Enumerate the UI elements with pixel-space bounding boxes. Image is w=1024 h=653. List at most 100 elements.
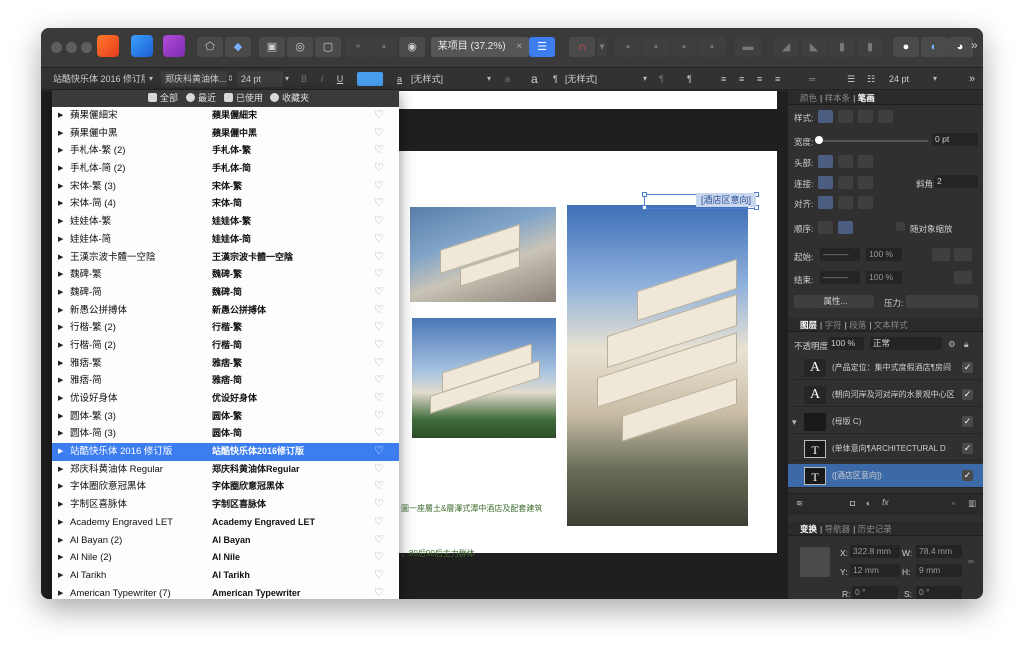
width-slider-track[interactable] <box>818 140 928 142</box>
boolean-intersect-icon[interactable]: ◕ <box>947 37 973 57</box>
font-list-item[interactable]: ▶ 魏碑-繁 魏碑-繁 ♡ <box>52 266 399 284</box>
close-window-button[interactable] <box>51 42 62 53</box>
char-style-apply-button[interactable]: a <box>531 71 545 87</box>
tab-swatches[interactable]: 样本条 <box>825 93 851 103</box>
align-right-icon[interactable]: ≡ <box>757 71 769 87</box>
justify-icon[interactable]: ≡ <box>775 71 787 87</box>
layer-visibility-checkbox[interactable]: ✓ <box>962 443 973 454</box>
disclosure-triangle-icon[interactable]: ▶ <box>58 213 63 231</box>
font-list-item[interactable]: ▶ 字制区喜脉体 字制区喜脉体 ♡ <box>52 496 399 514</box>
layer-row[interactable]: T (单体意向¶ARCHITECTURAL D ✓ <box>788 437 983 461</box>
disclosure-triangle-icon[interactable]: ▶ <box>58 125 63 143</box>
bullet-list-icon[interactable]: ☰ <box>847 71 859 87</box>
snapping-magnet-icon[interactable]: ∩ <box>569 37 595 57</box>
tab-stroke[interactable]: 笔画 <box>858 93 875 103</box>
character-style-dropdown-icon[interactable]: ▾ <box>487 71 491 87</box>
font-list-item[interactable]: ▶ 字体圈欣意冠黑体 字体圈欣意冠黑体 ♡ <box>52 478 399 496</box>
font-list-item[interactable]: ▶ 蘋果儷中黑 蘋果儷中黑 ♡ <box>52 125 399 143</box>
font-list-item[interactable]: ▶ Al Bayan (2) Al Bayan ♡ <box>52 532 399 550</box>
favorite-heart-icon[interactable]: ♡ <box>374 443 384 461</box>
line-spacing-field[interactable]: 24 pt <box>889 71 925 87</box>
disclosure-triangle-icon[interactable]: ▶ <box>58 160 63 178</box>
resize-handle[interactable] <box>642 192 647 197</box>
tab-recent[interactable]: 最近 <box>186 92 216 105</box>
designer-persona-icon[interactable] <box>131 35 153 57</box>
disclosure-triangle-icon[interactable]: ▶ <box>58 355 63 373</box>
x-field[interactable]: 322.8 mm <box>850 545 900 558</box>
favorite-heart-icon[interactable]: ♡ <box>374 549 384 567</box>
favorite-heart-icon[interactable]: ♡ <box>374 585 384 599</box>
assets-icon[interactable]: ◆ <box>225 37 251 57</box>
character-style-field[interactable]: [无样式] <box>411 71 491 87</box>
frame-icon[interactable]: ▢ <box>315 37 341 57</box>
miter-field[interactable]: 2 <box>934 175 978 188</box>
italic-button[interactable]: I <box>315 71 329 87</box>
font-style-stepper-icon[interactable]: ⇕ <box>227 71 234 87</box>
disclosure-triangle-icon[interactable]: ▶ <box>58 549 63 567</box>
body-text-line[interactable]: ，80后90后主力群体 <box>401 548 475 559</box>
y-field[interactable]: 12 mm <box>850 564 900 577</box>
mask-icon[interactable]: ◘ <box>850 498 855 508</box>
round-cap-icon[interactable] <box>838 155 853 168</box>
distribute-icon[interactable]: ▪ <box>643 37 669 57</box>
favorite-heart-icon[interactable]: ♡ <box>374 408 384 426</box>
lock-icon[interactable]: 🔒︎ <box>964 339 969 350</box>
show-invisibles-button[interactable]: ¶ <box>687 71 697 87</box>
font-list-item[interactable]: ▶ Al Tarikh Al Tarikh ♡ <box>52 567 399 585</box>
font-list-item[interactable]: ▶ 宋体-简 (4) 宋体-简 ♡ <box>52 195 399 213</box>
favorite-heart-icon[interactable]: ♡ <box>374 496 384 514</box>
font-style-field[interactable]: 郑庆科黄油体... <box>161 71 227 87</box>
arrange-forward-icon[interactable]: ▪ <box>671 37 697 57</box>
rotation-field[interactable]: 0 ° <box>852 586 898 599</box>
layer-row[interactable]: ▾ (母版 C) ✓ <box>788 410 983 434</box>
tab-transform[interactable]: 变换 <box>800 524 817 534</box>
tab-navigator[interactable]: 导航器 <box>825 524 851 534</box>
tab-all[interactable]: 全部 <box>148 92 178 105</box>
arrow-align-icon[interactable] <box>954 248 972 261</box>
font-list-item[interactable]: ▶ 娃娃体-简 娃娃体-简 ♡ <box>52 231 399 249</box>
pin-icon[interactable]: ⁍ <box>345 37 371 57</box>
view-mode-icon[interactable]: ◉ <box>399 37 425 57</box>
favorite-heart-icon[interactable]: ♡ <box>374 532 384 550</box>
small-square-icon[interactable]: ▪ <box>371 37 397 57</box>
favorite-heart-icon[interactable]: ♡ <box>374 302 384 320</box>
favorite-heart-icon[interactable]: ♡ <box>374 319 384 337</box>
paragraph-style-field[interactable]: [无样式] <box>565 71 645 87</box>
shear-field[interactable]: 0 ° <box>916 586 962 599</box>
disclosure-triangle-icon[interactable]: ▶ <box>58 302 63 320</box>
flip-horizontal-icon[interactable]: ◢ <box>773 37 799 57</box>
text-color-swatch[interactable] <box>357 72 383 86</box>
resize-handle[interactable] <box>642 205 647 210</box>
font-list-item[interactable]: ▶ 优设好身体 优设好身体 ♡ <box>52 390 399 408</box>
solid-line-icon[interactable] <box>838 110 853 123</box>
align-inside-stroke-icon[interactable] <box>838 196 853 209</box>
start-arrow-field[interactable]: ——— <box>820 248 860 261</box>
disclosure-triangle-icon[interactable]: ▶ <box>58 478 63 496</box>
bevel-join-icon[interactable] <box>858 176 873 189</box>
font-list-item[interactable]: ▶ American Typewriter (7) American Typewri… <box>52 585 399 599</box>
tab-paragraph[interactable]: 段落 <box>849 320 866 330</box>
photo-persona-icon[interactable] <box>163 35 185 57</box>
trash-icon[interactable]: ▥ <box>968 498 976 509</box>
zoom-window-button[interactable] <box>81 42 92 53</box>
font-list-item[interactable]: ▶ 王漢宗波卡體一空陰 王漢宗波卡體一空陰 ♡ <box>52 249 399 267</box>
favorite-heart-icon[interactable]: ♡ <box>374 213 384 231</box>
favorite-heart-icon[interactable]: ♡ <box>374 372 384 390</box>
square-cap-icon[interactable] <box>858 155 873 168</box>
minimize-window-button[interactable] <box>66 42 77 53</box>
boolean-add-icon[interactable]: ● <box>893 37 919 57</box>
rotate-left-icon[interactable]: ▮ <box>829 37 855 57</box>
boolean-subtract-icon[interactable]: ◐ <box>921 37 947 57</box>
align-icon[interactable]: ▪ <box>615 37 641 57</box>
start-arrow-scale-field[interactable]: 100 % <box>866 248 902 261</box>
space-before-icon[interactable]: ═ <box>809 71 829 87</box>
bold-button[interactable]: B <box>297 71 311 87</box>
scale-with-object-checkbox[interactable] <box>896 222 905 231</box>
font-list-item[interactable]: ▶ 雅痞-简 雅痞-简 ♡ <box>52 372 399 390</box>
disclosure-triangle-icon[interactable]: ▶ <box>58 425 63 443</box>
disclosure-triangle-icon[interactable]: ▶ <box>58 266 63 284</box>
layer-visibility-checkbox[interactable]: ✓ <box>962 470 973 481</box>
disclosure-triangle-icon[interactable]: ▶ <box>58 142 63 160</box>
add-layer-icon[interactable]: ▫ <box>952 498 955 508</box>
dashed-line-icon[interactable] <box>858 110 873 123</box>
